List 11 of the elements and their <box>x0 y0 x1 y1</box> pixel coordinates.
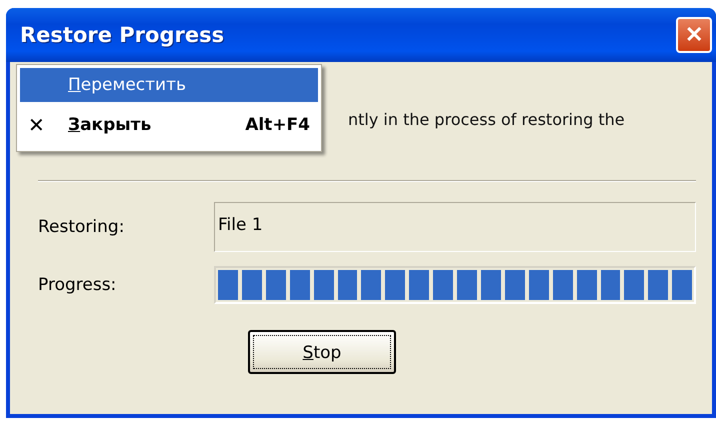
field-label: Restoring: <box>37 217 126 237</box>
restoring-field: File 1 <box>214 202 696 252</box>
menu-item[interactable]: ✕ Закрыть Alt+F4 <box>20 102 318 148</box>
field-label: Progress: <box>37 275 118 295</box>
window-title: Restore Progress <box>20 23 224 47</box>
shortcut-text: Alt+F4 <box>245 115 310 135</box>
close-icon: ✕ <box>28 113 45 137</box>
close-button[interactable]: ✕ <box>676 17 712 53</box>
message-text: ntly in the process of restoring the <box>348 110 625 129</box>
stop-button[interactable]: Stop <box>248 330 396 374</box>
menu-item[interactable]: Переместить <box>20 68 318 102</box>
